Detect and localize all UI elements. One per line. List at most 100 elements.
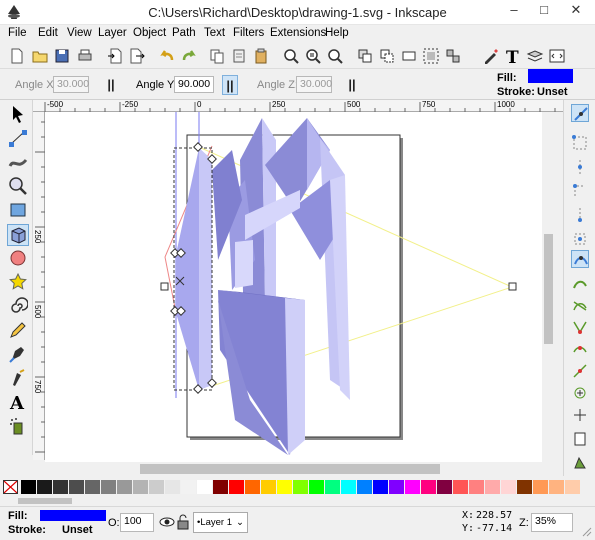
horizontal-scrollbar[interactable]	[45, 462, 542, 476]
zoom-drawing-icon[interactable]	[304, 47, 322, 65]
no-paint-swatch[interactable]	[3, 480, 18, 494]
group-icon[interactable]	[422, 47, 440, 65]
stroke-indicator-value[interactable]: Unset	[537, 86, 568, 98]
calligraphy-tool-icon[interactable]	[8, 368, 30, 390]
menu-object[interactable]: Object	[133, 27, 166, 39]
palette-swatch[interactable]	[389, 480, 404, 494]
palette-swatch[interactable]	[53, 480, 68, 494]
palette-swatch[interactable]	[261, 480, 276, 494]
star-tool-icon[interactable]	[8, 272, 30, 294]
snap-intersection-icon[interactable]	[571, 296, 589, 314]
opacity-input[interactable]: 100	[120, 513, 154, 532]
menu-path[interactable]: Path	[172, 27, 196, 39]
undo-icon[interactable]	[158, 47, 176, 65]
angle-y-input[interactable]: 90.000	[174, 76, 214, 93]
selector-tool-icon[interactable]	[8, 104, 30, 126]
snap-bbox-corner-icon[interactable]	[571, 182, 589, 200]
xml-tree-icon[interactable]	[548, 47, 566, 65]
current-layer-dropdown[interactable]: •Layer 1 ⌄	[193, 512, 248, 533]
unlink-clone-icon[interactable]	[400, 47, 418, 65]
tweak-tool-icon[interactable]	[8, 152, 30, 174]
angle-y-vp-toggle[interactable]: ||	[222, 75, 238, 95]
palette-swatch[interactable]	[213, 480, 228, 494]
pen-tool-icon[interactable]	[8, 344, 30, 366]
palette-swatch[interactable]	[357, 480, 372, 494]
snap-rotation-center-icon[interactable]	[571, 406, 589, 424]
angle-z-input[interactable]: 30.000	[296, 76, 332, 93]
text-tool-icon[interactable]: A	[8, 392, 30, 414]
layer-lock-icon[interactable]	[176, 514, 190, 530]
menu-help[interactable]: Help	[325, 27, 349, 39]
palette-swatch[interactable]	[421, 480, 436, 494]
palette-swatch[interactable]	[229, 480, 244, 494]
palette-swatch[interactable]	[309, 480, 324, 494]
palette-swatch[interactable]	[533, 480, 548, 494]
palette-swatch[interactable]	[549, 480, 564, 494]
menu-extensions[interactable]: Extensions	[270, 27, 326, 39]
palette-swatch[interactable]	[245, 480, 260, 494]
angle-x-input[interactable]: 30.000	[53, 76, 89, 93]
zoom-page-icon[interactable]	[326, 47, 344, 65]
import-icon[interactable]	[106, 47, 124, 65]
palette-swatch[interactable]	[405, 480, 420, 494]
palette-swatch[interactable]	[341, 480, 356, 494]
palette-swatch[interactable]	[469, 480, 484, 494]
save-icon[interactable]	[53, 47, 71, 65]
copy-icon[interactable]	[208, 47, 226, 65]
snap-bbox-icon[interactable]	[571, 134, 589, 152]
vertical-scrollbar[interactable]	[542, 112, 555, 462]
palette-swatch[interactable]	[277, 480, 292, 494]
3d-box-tool-icon[interactable]	[7, 224, 29, 246]
palette-swatch[interactable]	[517, 480, 532, 494]
angle-z-vp-toggle[interactable]: ||	[344, 75, 360, 95]
zoom-input[interactable]: 35%	[531, 513, 573, 532]
menu-layer[interactable]: Layer	[98, 27, 127, 39]
spray-tool-icon[interactable]	[8, 416, 30, 438]
palette-swatch[interactable]	[85, 480, 100, 494]
palette-scroll-thumb[interactable]	[18, 498, 72, 504]
zoom-tool-icon[interactable]	[8, 176, 30, 198]
snap-line-midpoint-icon[interactable]	[571, 362, 589, 380]
snap-object-center-icon[interactable]	[571, 384, 589, 402]
palette-swatch[interactable]	[21, 480, 36, 494]
palette-swatch[interactable]	[501, 480, 516, 494]
export-icon[interactable]	[128, 47, 146, 65]
close-button[interactable]: ✕	[562, 0, 590, 22]
resize-grip-icon[interactable]	[582, 527, 592, 537]
palette-swatch[interactable]	[293, 480, 308, 494]
fill-indicator-swatch[interactable]	[528, 69, 573, 83]
zoom-selection-icon[interactable]	[282, 47, 300, 65]
ellipse-tool-icon[interactable]	[8, 248, 30, 270]
menu-edit[interactable]: Edit	[38, 27, 58, 39]
spiral-tool-icon[interactable]	[8, 296, 30, 318]
snap-smooth-nodes-icon[interactable]	[571, 340, 589, 358]
snap-toggle-icon[interactable]	[571, 104, 589, 122]
open-folder-icon[interactable]	[31, 47, 49, 65]
layers-icon[interactable]	[526, 47, 544, 65]
palette-swatch[interactable]	[165, 480, 180, 494]
palette-swatch[interactable]	[325, 480, 340, 494]
node-tool-icon[interactable]	[8, 128, 30, 150]
angle-x-vp-toggle[interactable]: ||	[103, 75, 119, 95]
vertical-scroll-thumb[interactable]	[544, 234, 553, 344]
pencil-tool-icon[interactable]	[8, 320, 30, 342]
palette-swatch[interactable]	[453, 480, 468, 494]
palette-swatch[interactable]	[117, 480, 132, 494]
menu-filters[interactable]: Filters	[233, 27, 264, 39]
clone-icon[interactable]	[378, 47, 396, 65]
snap-bbox-midpoint-icon[interactable]	[571, 206, 589, 224]
snap-cusp-nodes-icon[interactable]	[571, 318, 589, 336]
xml-editor-icon[interactable]	[482, 47, 500, 65]
palette-swatch[interactable]	[373, 480, 388, 494]
palette-swatch[interactable]	[565, 480, 580, 494]
menu-view[interactable]: View	[67, 27, 92, 39]
snap-paths-icon[interactable]	[571, 274, 589, 292]
text-font-icon[interactable]: T	[504, 47, 522, 68]
palette-swatch[interactable]	[133, 480, 148, 494]
palette-swatch[interactable]	[101, 480, 116, 494]
horizontal-ruler[interactable]: -500 -250 0 250 500 750 1000	[33, 100, 563, 112]
palette-swatch[interactable]	[485, 480, 500, 494]
palette-scrollbar[interactable]	[0, 496, 595, 506]
menu-file[interactable]: File	[8, 27, 27, 39]
redo-icon[interactable]	[180, 47, 198, 65]
